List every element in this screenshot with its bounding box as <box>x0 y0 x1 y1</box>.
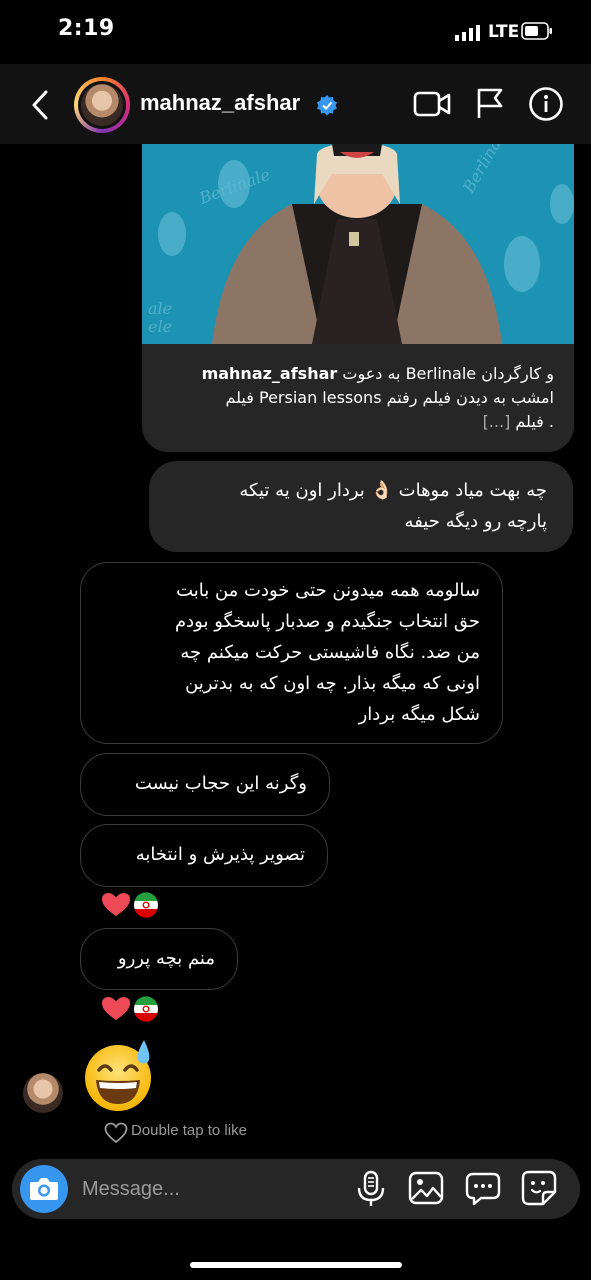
status-time: 2:19 <box>58 16 115 41</box>
double-tap-hint: Double tap to like <box>131 1122 247 1139</box>
message-bubble-received[interactable]: وگرنه این حجاب نیست <box>80 753 330 816</box>
battery-icon <box>521 22 552 40</box>
camera-icon <box>30 1178 58 1200</box>
message-bubble-sent[interactable]: چه بهت میاد موهات 👌🏻 بردار اون یه تیکه پ… <box>149 461 573 552</box>
back-icon[interactable] <box>28 88 54 122</box>
caption-more: [...] <box>482 412 511 431</box>
avatar[interactable] <box>81 84 123 126</box>
post-photo: Berlinale Berlinale aleele <box>142 144 574 344</box>
message-reactions[interactable] <box>100 892 162 918</box>
sender-avatar[interactable] <box>23 1073 63 1113</box>
message-bubble-received[interactable]: منم بچه پررو <box>80 928 238 990</box>
camera-button[interactable] <box>20 1165 68 1213</box>
sticker-icon[interactable] <box>521 1170 557 1206</box>
gallery-icon[interactable] <box>408 1170 444 1206</box>
verified-icon <box>317 95 337 116</box>
network-label: LTE <box>488 22 520 42</box>
caption-username: mahnaz_afshar <box>201 364 338 383</box>
message-reactions[interactable] <box>100 996 162 1022</box>
shared-post[interactable]: Berlinale Berlinale aleele و کارگردان Be… <box>142 144 574 452</box>
message-input[interactable] <box>80 1170 324 1208</box>
flag-icon[interactable] <box>474 86 506 120</box>
emoji-message[interactable] <box>82 1038 158 1114</box>
username[interactable]: mahnaz_afshar <box>140 90 300 116</box>
chat-icon[interactable] <box>465 1170 501 1206</box>
info-icon[interactable] <box>528 86 564 122</box>
home-indicator <box>190 1262 402 1268</box>
mic-icon[interactable] <box>356 1170 386 1208</box>
svg-text:ele: ele <box>148 317 172 336</box>
message-bubble-received[interactable]: سالومه همه میدونن حتی خودت من بابت حق ان… <box>80 562 503 744</box>
svg-text:ale: ale <box>148 299 172 318</box>
video-icon[interactable] <box>413 88 451 120</box>
post-caption: و کارگردان Berlinale به دعوت mahnaz_afsh… <box>201 364 554 431</box>
signal-icon <box>455 25 480 41</box>
message-bubble-received[interactable]: تصویر پذیرش و انتخابه <box>80 824 328 887</box>
heart-outline-icon[interactable] <box>104 1122 128 1144</box>
